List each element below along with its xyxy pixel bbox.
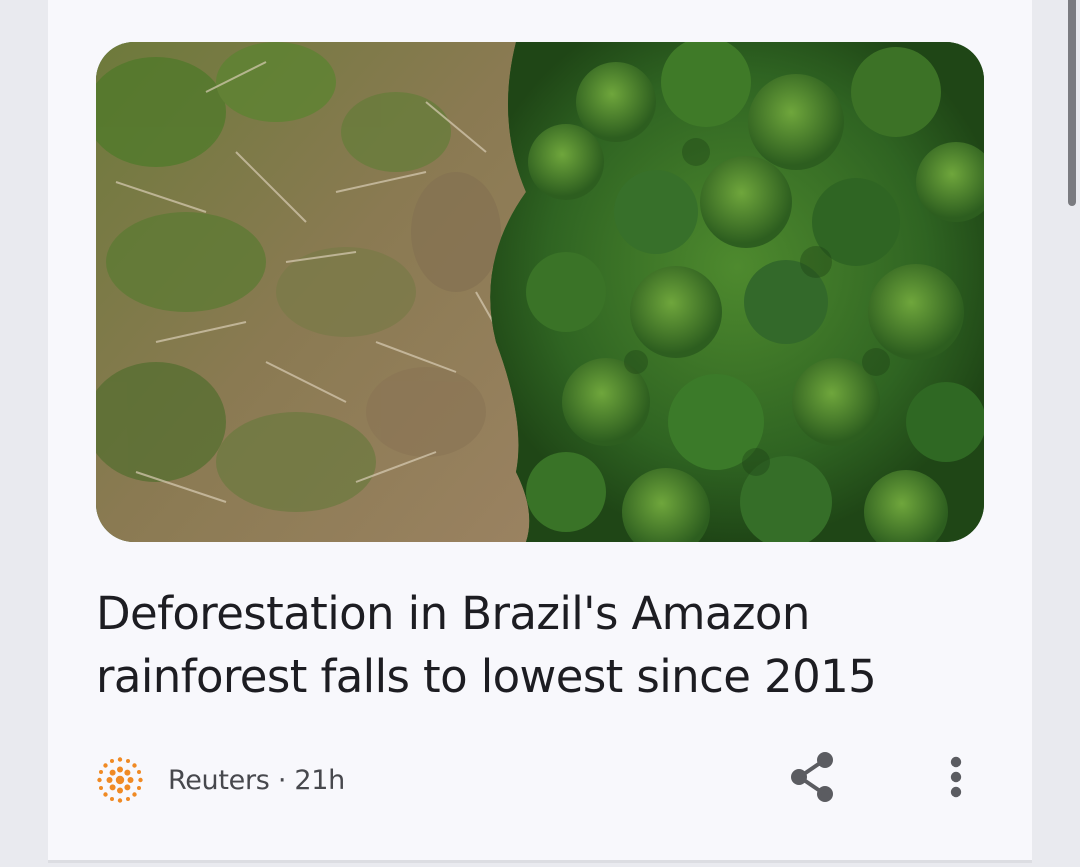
share-icon bbox=[789, 751, 837, 808]
article-headline[interactable]: Deforestation in Brazil's Amazon rainfor… bbox=[96, 582, 986, 708]
article-thumbnail[interactable] bbox=[96, 42, 984, 542]
share-button[interactable] bbox=[786, 751, 840, 808]
article-meta: Reuters · 21h bbox=[96, 754, 345, 806]
source-and-time[interactable]: Reuters · 21h bbox=[168, 765, 345, 796]
feed-page: Deforestation in Brazil's Amazon rainfor… bbox=[0, 0, 1080, 867]
more-options-button[interactable] bbox=[934, 752, 978, 806]
card-divider bbox=[48, 860, 1032, 863]
scrollbar-thumb[interactable] bbox=[1068, 0, 1076, 206]
reuters-logo-icon bbox=[96, 756, 144, 804]
more-vert-icon bbox=[949, 755, 963, 804]
